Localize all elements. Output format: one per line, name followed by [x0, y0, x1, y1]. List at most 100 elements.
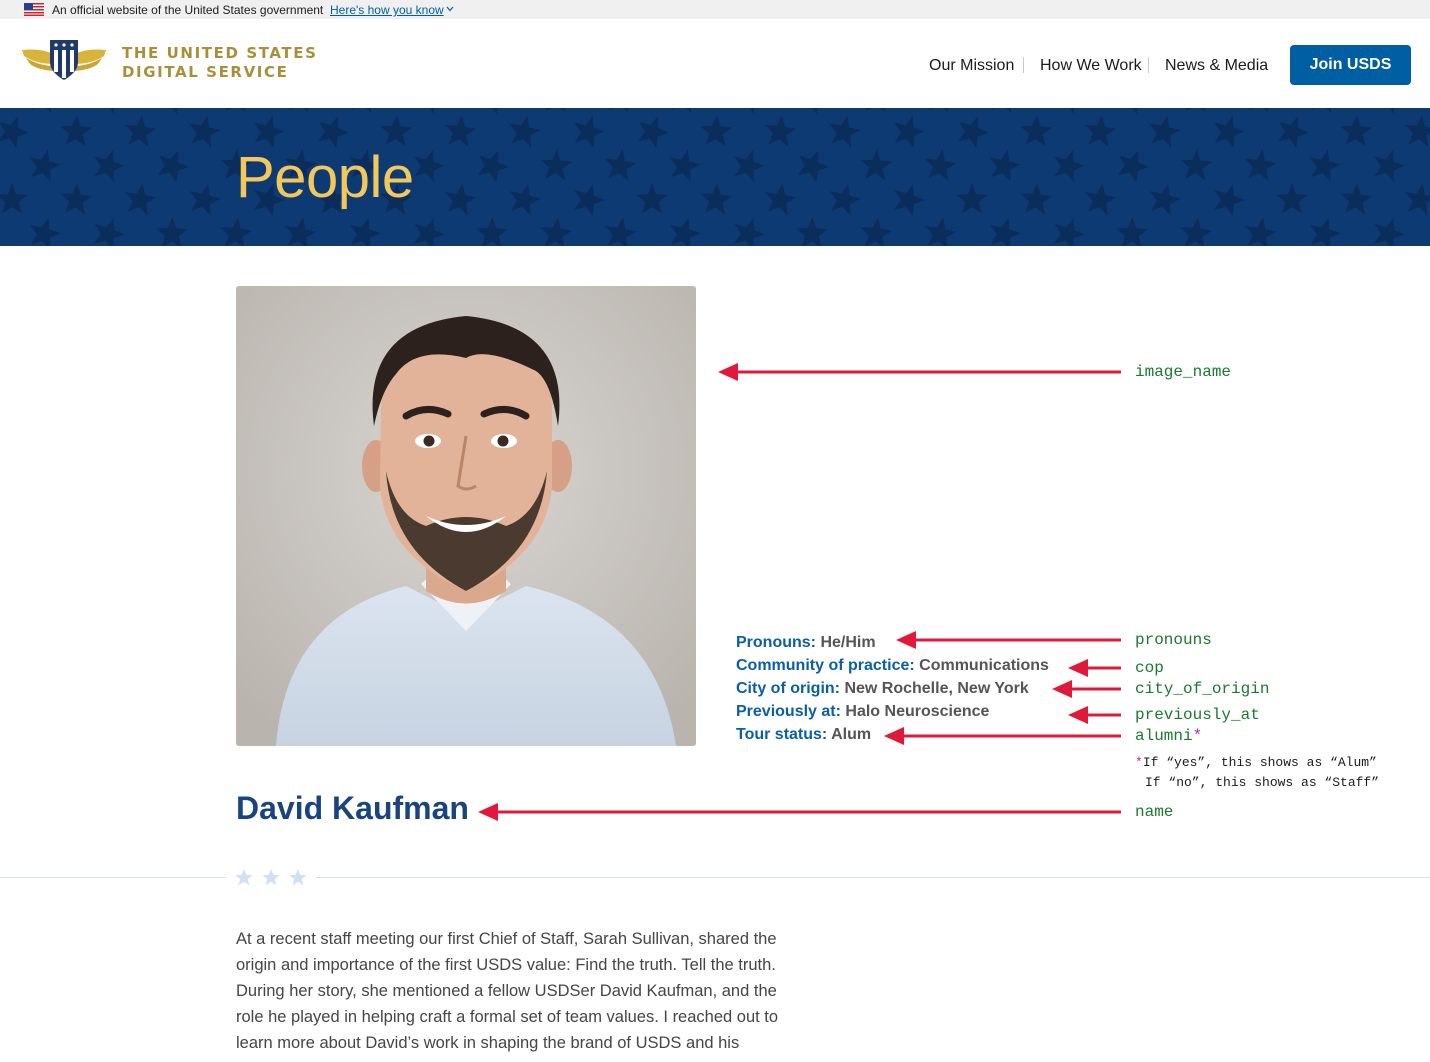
pattern-star [1275, 183, 1309, 214]
pattern-star [172, 108, 178, 115]
pattern-star [94, 149, 125, 183]
pattern-star [414, 149, 445, 183]
stars-pattern [0, 108, 1430, 246]
pattern-star [734, 149, 765, 183]
pattern-star [317, 116, 349, 149]
pattern-star [764, 115, 797, 147]
nav-news-media[interactable]: News & Media [1165, 56, 1268, 76]
article-paragraph: At a recent staff meeting our first Chie… [236, 930, 779, 1062]
pattern-star [928, 108, 949, 113]
pattern-star [155, 217, 189, 246]
pattern-star [669, 217, 701, 246]
pattern-star [0, 183, 29, 214]
heres-how-you-know-link[interactable]: Here's how you know [330, 3, 444, 17]
pattern-star [509, 183, 541, 216]
chevron-down-icon[interactable] [446, 6, 454, 12]
pattern-star [60, 115, 93, 147]
pattern-star [797, 150, 829, 183]
usds-emblem-icon[interactable] [20, 38, 108, 82]
pattern-star [1311, 108, 1332, 114]
pattern-star [925, 217, 957, 246]
pattern-star [1214, 183, 1245, 217]
annotation-image-name: image_name [1135, 363, 1232, 381]
headshot-photo [236, 286, 696, 746]
pattern-star [253, 115, 285, 148]
nav-how-we-work[interactable]: How We Work [1040, 56, 1142, 76]
arrow-to-city-of-origin [1052, 680, 1121, 698]
detail-label: Community of practice: [736, 657, 915, 674]
pattern-star [1309, 217, 1341, 246]
pattern-star [669, 149, 701, 182]
divider-stars-icon [235, 869, 307, 886]
detail-value: New Rochelle, New York [844, 680, 1029, 697]
pattern-star [957, 116, 989, 149]
pattern-star [1185, 108, 1206, 112]
pattern-star [812, 108, 818, 115]
pattern-star [1149, 115, 1181, 148]
annotation-name: name [1135, 803, 1174, 821]
site-header: THE UNITED STATES DIGITAL SERVICE Our Mi… [0, 19, 1430, 108]
pattern-star [1115, 217, 1149, 246]
pattern-star [540, 217, 573, 246]
pattern-star [285, 217, 317, 246]
pattern-star [1020, 115, 1053, 147]
pattern-star [351, 108, 372, 114]
pattern-star [991, 108, 1012, 114]
pattern-star [924, 149, 957, 181]
pattern-star [29, 149, 61, 182]
pattern-star [220, 217, 253, 246]
pattern-star [573, 115, 605, 148]
pattern-star [1132, 108, 1138, 115]
pattern-star [29, 217, 61, 246]
pattern-star [94, 108, 115, 114]
note-line-1-text: If “yes”, this shows as “Alum” [1142, 755, 1377, 770]
pattern-star [349, 217, 381, 246]
asterisk-mark: * [1135, 755, 1143, 770]
detail-value: Communications [919, 657, 1049, 674]
pattern-star [671, 108, 692, 114]
nav-our-mission[interactable]: Our Mission [929, 56, 1014, 76]
pattern-star [540, 149, 573, 181]
pattern-star [865, 108, 886, 112]
divider-line-left [0, 877, 226, 878]
detail-label: Tour status: [736, 726, 828, 743]
detail-value: Alum [831, 726, 872, 743]
site-logo-text[interactable]: THE UNITED STATES DIGITAL SERVICE [122, 44, 318, 82]
detail-city-of-origin: City of origin: New Rochelle, New York [736, 679, 1029, 699]
pattern-star [1180, 217, 1213, 246]
pattern-star [1213, 115, 1245, 148]
pattern-star [1020, 183, 1053, 215]
pattern-star [1374, 149, 1405, 183]
pattern-star [605, 217, 637, 246]
pattern-star [492, 108, 498, 115]
pattern-star [157, 150, 189, 183]
pattern-star [989, 217, 1021, 246]
annotation-previously-at: previously_at [1135, 706, 1260, 724]
detail-previously-at: Previously at: Halo Neuroscience [736, 702, 989, 722]
pattern-star [509, 115, 541, 148]
pattern-star [700, 115, 733, 147]
pattern-star [444, 183, 477, 216]
join-usds-button[interactable]: Join USDS [1290, 45, 1411, 85]
arrow-to-cop [1068, 659, 1121, 677]
pattern-star [414, 108, 435, 114]
pattern-star [1084, 183, 1117, 216]
detail-value: Halo Neuroscience [845, 703, 990, 720]
annotation-note-line-1: *If “yes”, this shows as “Alum” [1135, 755, 1377, 771]
pattern-star [734, 108, 755, 114]
page-title: People [236, 145, 414, 210]
pattern-star [545, 108, 566, 112]
arrow-to-tour-status [884, 727, 1121, 745]
pattern-star [1404, 115, 1430, 147]
gov-banner: An official website of the United States… [0, 0, 1430, 19]
pattern-star [189, 115, 221, 148]
pattern-star [1340, 183, 1373, 215]
page-hero: People [0, 108, 1430, 246]
pattern-star [829, 115, 861, 148]
pattern-star [0, 116, 29, 149]
person-name: David Kaufman [236, 790, 469, 826]
pattern-star [94, 218, 125, 246]
annotation-note-line-2: If “no”, this shows as “Staff” [1145, 775, 1380, 790]
pattern-star [635, 183, 669, 214]
pattern-star [60, 183, 93, 215]
